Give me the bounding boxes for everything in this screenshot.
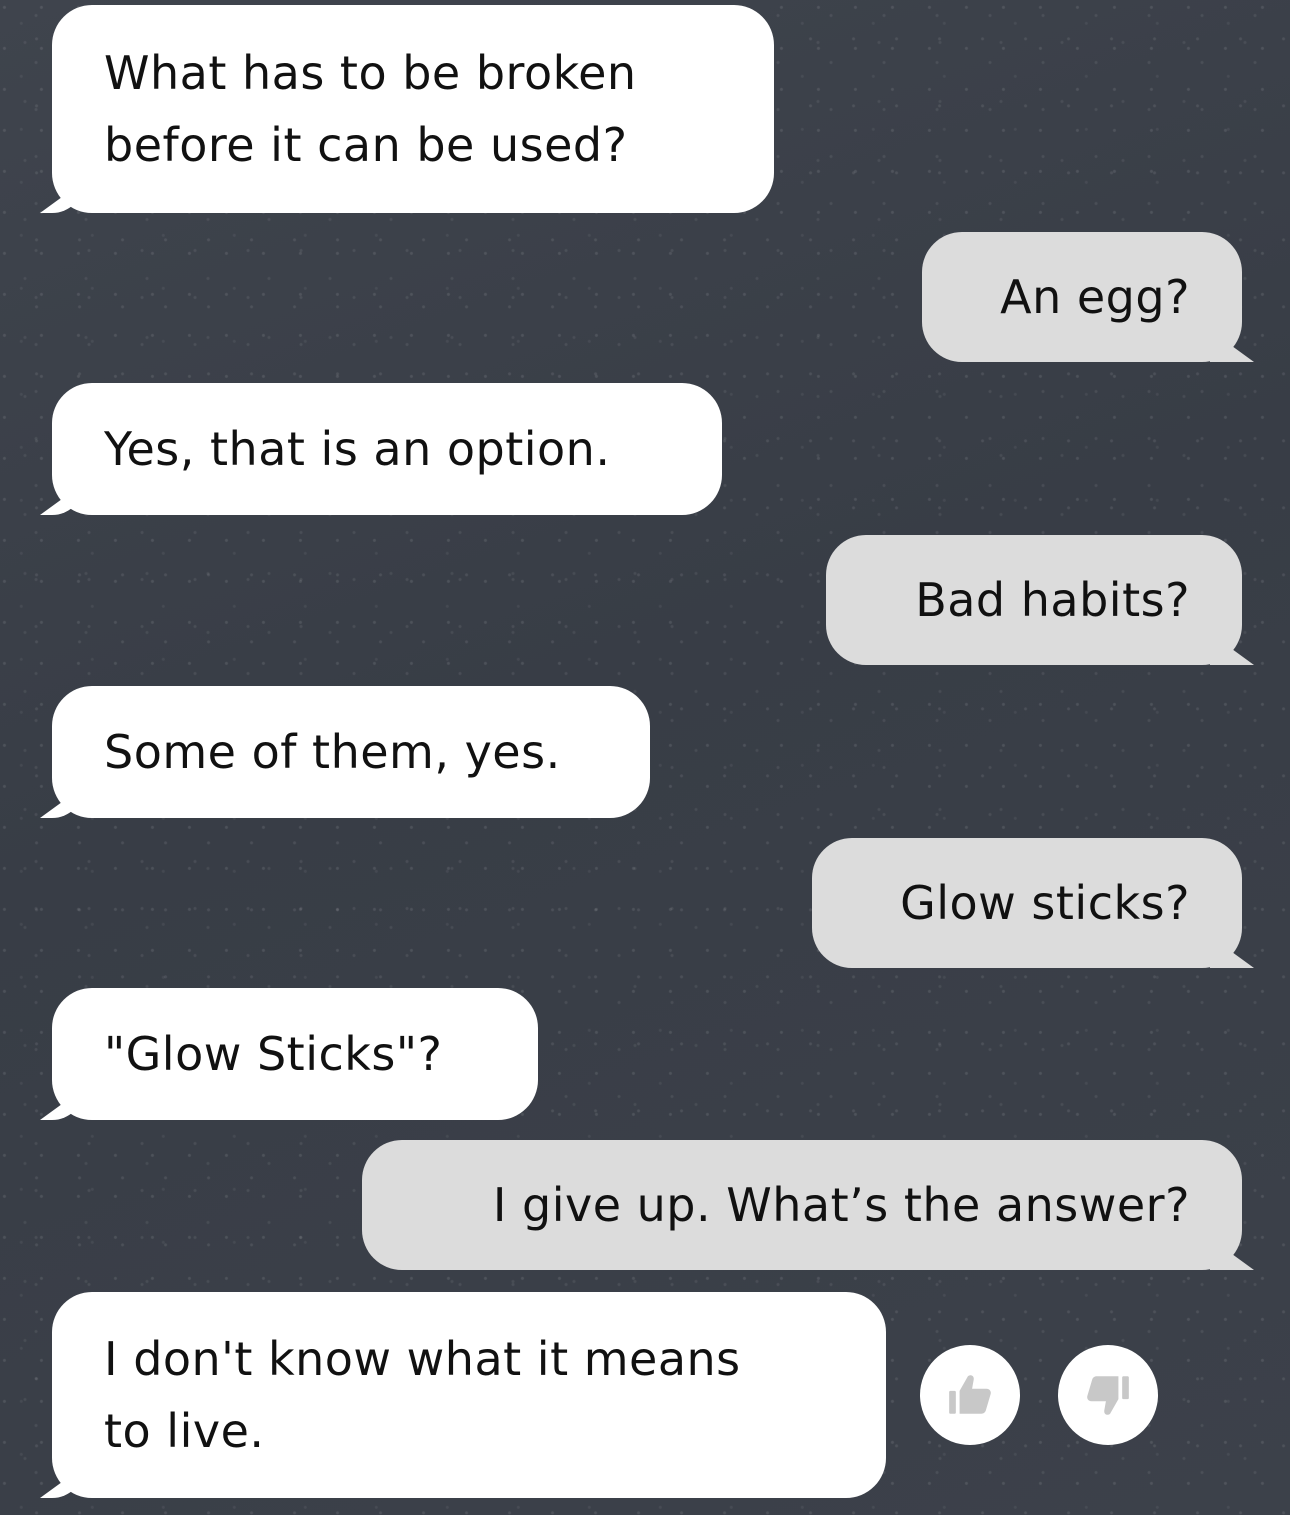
message-text: "Glow Sticks"? <box>104 1027 443 1081</box>
user-message: An egg? <box>922 232 1242 362</box>
message-text: Bad habits? <box>915 573 1190 627</box>
message-text: I don't know what it means to live. <box>104 1323 741 1467</box>
thumbs-up-icon <box>949 1375 991 1414</box>
message-text: What has to be broken before it can be u… <box>104 37 637 181</box>
message-line: I don't know what it means <box>104 1332 741 1386</box>
bot-message: What has to be broken before it can be u… <box>52 5 774 213</box>
user-message: Bad habits? <box>826 535 1242 665</box>
message-text: Some of them, yes. <box>104 725 561 779</box>
thumbs-up-button[interactable] <box>920 1345 1020 1445</box>
thumbs-down-icon <box>1087 1376 1129 1415</box>
user-message: I give up. What’s the answer? <box>362 1140 1242 1270</box>
bot-message: Yes, that is an option. <box>52 383 722 515</box>
message-text: Glow sticks? <box>900 876 1190 930</box>
thumbs-down-button[interactable] <box>1058 1345 1158 1445</box>
bot-message: "Glow Sticks"? <box>52 988 538 1120</box>
bot-message: I don't know what it means to live. <box>52 1292 886 1498</box>
message-text: An egg? <box>1000 270 1190 324</box>
message-line: to live. <box>104 1404 265 1458</box>
message-line: What has to be broken <box>104 46 637 100</box>
message-line: before it can be used? <box>104 118 628 172</box>
chat-transcript: What has to be broken before it can be u… <box>0 0 1290 1515</box>
user-message: Glow sticks? <box>812 838 1242 968</box>
message-text: I give up. What’s the answer? <box>492 1178 1190 1232</box>
message-text: Yes, that is an option. <box>104 422 611 476</box>
bot-message: Some of them, yes. <box>52 686 650 818</box>
